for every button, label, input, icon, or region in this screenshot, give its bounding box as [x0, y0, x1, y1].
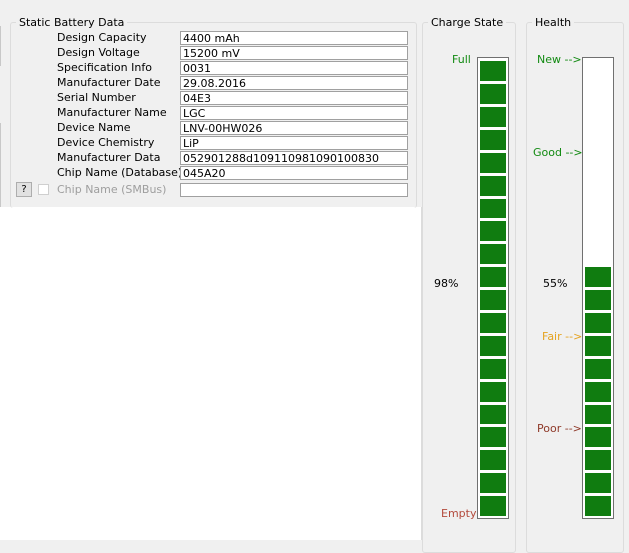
bar-segment [479, 243, 507, 266]
bar-segment [584, 472, 612, 495]
health-good-label: Good --> [533, 146, 583, 159]
row-label: Manufacturer Name [57, 106, 167, 119]
row-value-field[interactable]: LNV-00HW026 [180, 121, 408, 135]
bar-segment [479, 197, 507, 220]
charge-empty-label: Empty [441, 507, 477, 520]
bar-segment [584, 426, 612, 449]
bar-segment [584, 334, 612, 357]
row-label: Device Name [57, 121, 131, 134]
row-value-field[interactable]: 0031 [180, 61, 408, 75]
empty-content-area [0, 207, 421, 540]
row-label: Design Voltage [57, 46, 140, 59]
health-new-label: New --> [537, 53, 582, 66]
row-value-field[interactable]: LiP [180, 136, 408, 150]
help-button[interactable]: ? [16, 182, 32, 197]
row-value-field[interactable]: 29.08.2016 [180, 76, 408, 90]
bar-segment [479, 426, 507, 449]
bar-segment [479, 472, 507, 495]
charge-full-label: Full [452, 53, 471, 66]
health-title: Health [535, 16, 572, 29]
charge-percent: 98% [434, 277, 459, 290]
chip-name-smbus-label: Chip Name (SMBus) [57, 183, 167, 196]
bar-segment [479, 380, 507, 403]
chip-name-smbus-field[interactable] [180, 183, 408, 197]
bar-segment [584, 403, 612, 426]
health-poor-label: Poor --> [537, 422, 582, 435]
bar-segment [479, 266, 507, 289]
bar-segment [479, 311, 507, 334]
charge-level-bar [477, 57, 509, 519]
bar-segment [479, 83, 507, 105]
bar-segment [479, 220, 507, 243]
left-edge-line-bottom [0, 123, 1, 207]
left-edge-line-top [0, 26, 1, 66]
bar-segment [584, 357, 612, 380]
bar-segment [479, 495, 507, 517]
bar-segment [479, 128, 507, 151]
bar-segment [584, 449, 612, 472]
row-label: Manufacturer Date [57, 76, 161, 89]
health-percent: 55% [543, 277, 568, 290]
row-value-field[interactable]: LGC [180, 106, 408, 120]
static-battery-data-title: Static Battery Data [19, 16, 125, 29]
bar-segment [479, 403, 507, 426]
row-value-field[interactable]: 04E3 [180, 91, 408, 105]
row-label: Specification Info [57, 61, 152, 74]
bar-segment [479, 60, 507, 83]
row-label: Manufacturer Data [57, 151, 161, 164]
charge-state-title: Charge State [431, 16, 504, 29]
bar-segment [584, 289, 612, 311]
bar-segment [479, 357, 507, 380]
row-label: Chip Name (Database) [57, 166, 183, 179]
bar-segment [584, 266, 612, 289]
row-value-field[interactable]: 15200 mV [180, 46, 408, 60]
health-level-bar [582, 57, 614, 519]
row-value-field[interactable]: 045A20 [180, 166, 408, 180]
row-value-field[interactable]: 052901288d109110981090100830 [180, 151, 408, 165]
bar-segment [584, 495, 612, 517]
row-label: Design Capacity [57, 31, 147, 44]
bar-segment [479, 449, 507, 472]
health-fair-label: Fair --> [542, 330, 583, 343]
bar-segment [479, 334, 507, 357]
row-label: Serial Number [57, 91, 136, 104]
bar-segment [479, 289, 507, 311]
bar-segment [479, 174, 507, 197]
bar-segment [584, 380, 612, 403]
bar-segment [479, 105, 507, 128]
bar-segment [584, 311, 612, 334]
row-label: Device Chemistry [57, 136, 155, 149]
smbus-checkbox[interactable] [38, 184, 49, 195]
bar-segment [479, 151, 507, 174]
row-value-field[interactable]: 4400 mAh [180, 31, 408, 45]
